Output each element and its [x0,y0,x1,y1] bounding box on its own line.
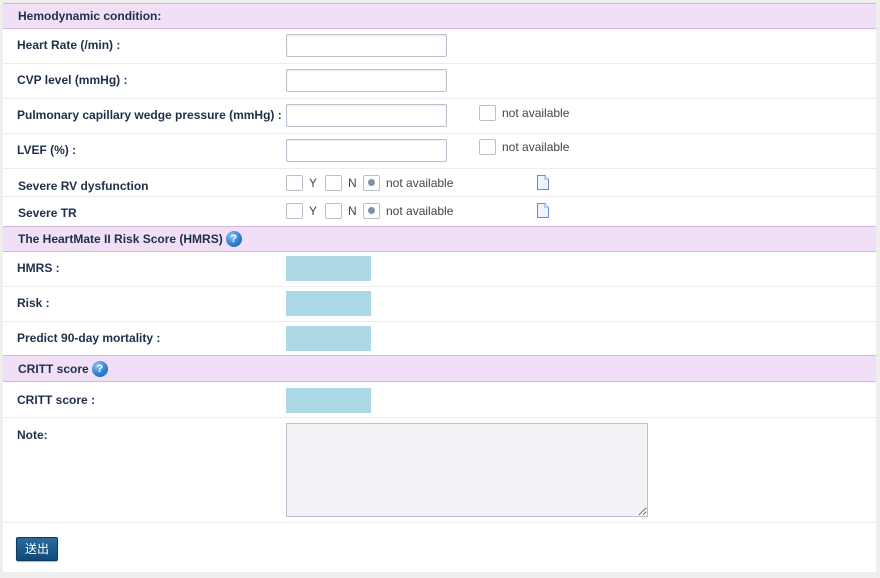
hmrs-label: HMRS : [17,261,60,275]
lvef-label: LVEF (%) : [17,143,77,157]
row-divider [3,286,876,287]
note-textarea[interactable] [286,423,648,517]
severe-tr-na-radio-selected[interactable] [363,203,380,219]
section-critt-header: CRITT score ? [3,355,876,382]
section-hmrs-header: The HeartMate II Risk Score (HMRS) ? [3,226,876,252]
mortality-label: Predict 90-day mortality : [17,331,161,345]
risk-label: Risk : [17,296,50,310]
pcwp-input[interactable] [286,104,447,127]
severe-tr-na-label: not available [386,204,454,218]
row-divider [3,417,876,418]
row-divider [3,321,876,322]
row-divider [3,133,876,134]
severe-rv-no-label: N [348,176,357,190]
cvp-input[interactable] [286,69,447,92]
row-divider [3,168,876,169]
help-icon[interactable]: ? [225,231,242,247]
severe-rv-no-radio[interactable] [325,175,342,191]
severe-rv-na-radio-selected[interactable] [363,175,380,191]
severe-tr-no-radio[interactable] [325,203,342,219]
lvef-input[interactable] [286,139,447,162]
severe-tr-no-label: N [348,204,357,218]
cvp-label: CVP level (mmHg) : [17,73,128,87]
severe-rv-na-label: not available [386,176,454,190]
hmrs-result [286,256,371,281]
note-label: Note: [17,428,48,442]
heart-rate-input[interactable] [286,34,447,57]
pcwp-label: Pulmonary capillary wedge pressure (mmHg… [17,108,282,122]
row-divider [3,196,876,197]
document-icon[interactable] [537,203,549,218]
lvef-not-available-label: not available [502,140,570,154]
severe-rv-label: Severe RV dysfunction [18,179,149,193]
severe-tr-yes-radio[interactable] [286,203,303,219]
row-divider [3,63,876,64]
section-hmrs-title: The HeartMate II Risk Score (HMRS) [18,232,223,246]
section-hemodynamic-header: Hemodynamic condition: [3,3,876,29]
risk-result [286,291,371,316]
severe-rv-yes-radio[interactable] [286,175,303,191]
pcwp-not-available-checkbox[interactable] [479,105,496,121]
row-divider [3,98,876,99]
submit-button[interactable]: 送出 [16,537,58,561]
row-divider [3,522,876,523]
critt-score-label: CRITT score : [17,393,96,407]
section-critt-title: CRITT score [18,361,89,376]
risk-score-form: Hemodynamic condition: Heart Rate (/min)… [3,3,876,572]
severe-tr-yes-label: Y [309,204,318,218]
critt-score-result [286,388,371,413]
lvef-not-available-checkbox[interactable] [479,139,496,155]
section-hemodynamic-title: Hemodynamic condition: [18,9,162,23]
pcwp-not-available-label: not available [502,106,570,120]
severe-rv-yes-label: Y [309,176,318,190]
heart-rate-label: Heart Rate (/min) : [17,38,121,52]
mortality-result [286,326,371,351]
help-icon[interactable]: ? [91,360,108,377]
severe-tr-label: Severe TR [18,206,77,220]
document-icon[interactable] [537,175,549,190]
